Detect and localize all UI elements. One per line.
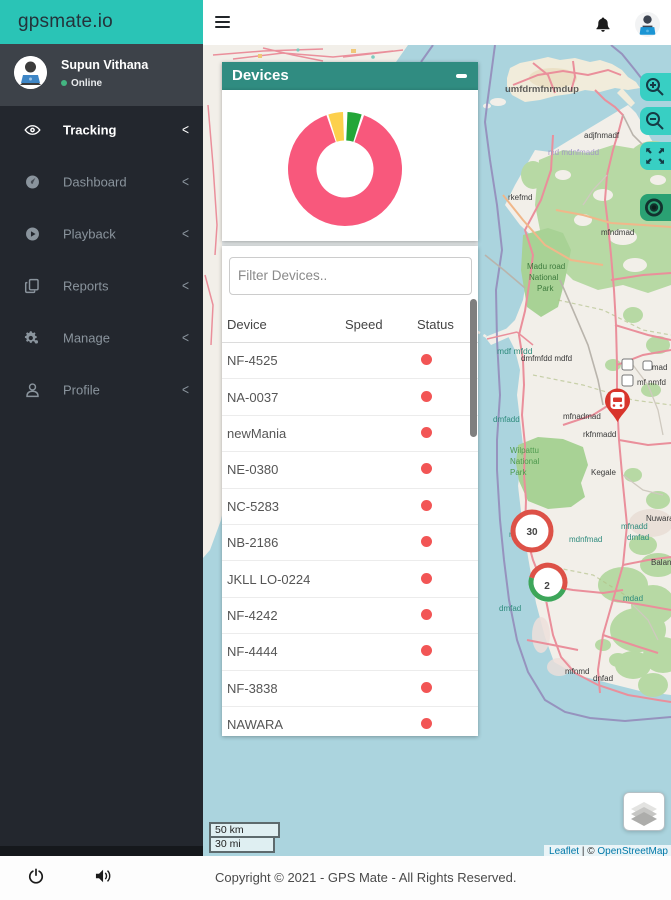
svg-text:Madu road: Madu road <box>527 262 565 271</box>
svg-text:mdad: mdad <box>623 594 643 603</box>
svg-text:2: 2 <box>544 581 550 592</box>
svg-text:umfdrmfnrmdup: umfdrmfnrmdup <box>505 84 579 95</box>
svg-text:dmfad: dmfad <box>627 533 649 542</box>
svg-text:mfndmad: mfndmad <box>601 228 634 237</box>
svg-text:mfnadd: mfnadd <box>621 522 648 531</box>
svg-text:mfnmd: mfnmd <box>565 667 589 676</box>
svg-text:Wilpattu: Wilpattu <box>510 446 539 455</box>
svg-text:Nuwara: Nuwara <box>646 514 671 523</box>
svg-text:md mdnfmadd: md mdnfmadd <box>548 148 599 157</box>
svg-text:National: National <box>529 273 559 282</box>
svg-text:Kegale: Kegale <box>591 468 616 477</box>
svg-text:National: National <box>510 457 540 466</box>
svg-text:adjfnmadf: adjfnmadf <box>584 131 620 140</box>
svg-text:30: 30 <box>526 527 538 538</box>
svg-text:dmfadd: dmfadd <box>493 415 520 424</box>
svg-text:dmfad: dmfad <box>499 604 521 613</box>
svg-text:rkefmd: rkefmd <box>508 193 532 202</box>
svg-text:dnfad: dnfad <box>593 674 613 683</box>
svg-text:mfnadmad: mfnadmad <box>563 412 601 421</box>
svg-text:mf nmfd: mf nmfd <box>637 378 666 387</box>
svg-text:Park: Park <box>510 468 527 477</box>
svg-text:Balangod: Balangod <box>651 558 671 567</box>
svg-text:rkfnmadd: rkfnmadd <box>583 430 616 439</box>
svg-text:mdf mfdd: mdf mfdd <box>497 346 533 356</box>
svg-text:Park: Park <box>537 284 554 293</box>
svg-text:mdnfmad: mdnfmad <box>569 535 602 544</box>
